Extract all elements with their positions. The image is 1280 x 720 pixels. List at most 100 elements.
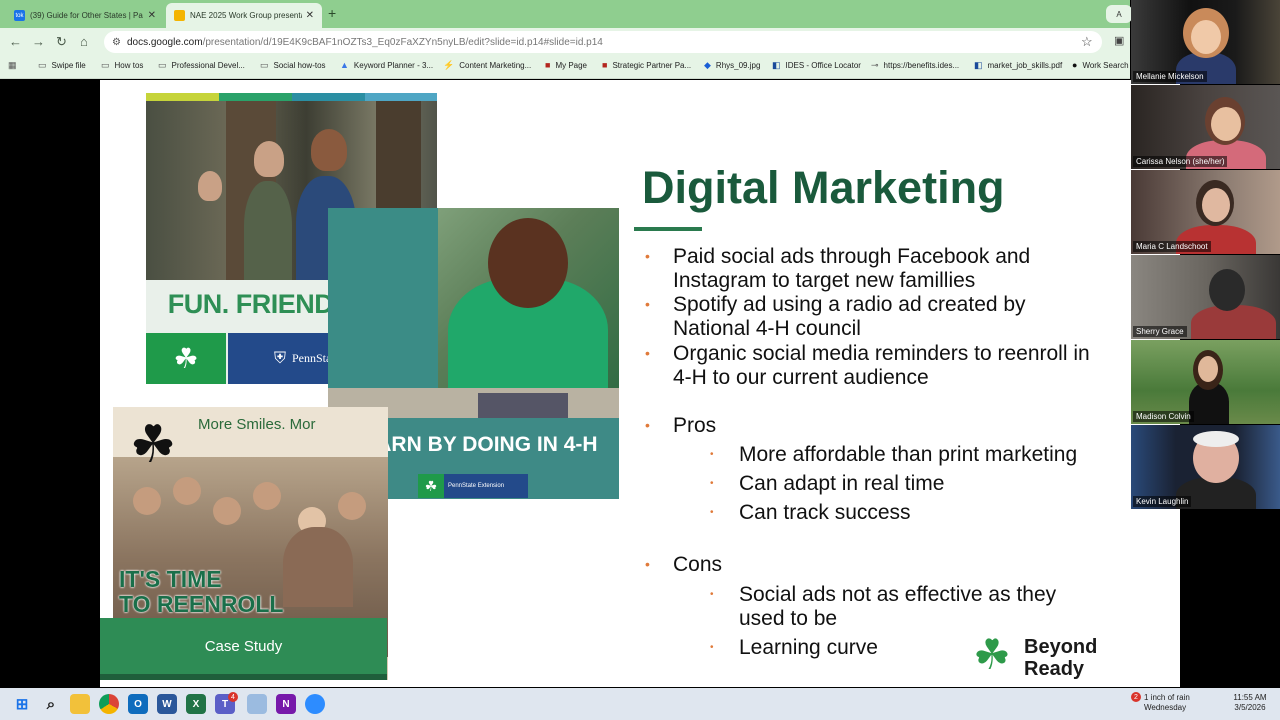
bullet-line: Spotify ad using a radio ad created by [673, 293, 1026, 316]
bookmark-item[interactable]: ▲ Keyword Planner - 3... [340, 60, 433, 70]
bookmark-item[interactable]: ■ Strategic Partner Pa... [602, 60, 691, 70]
slogan-line: TO REENROLL [119, 591, 284, 617]
participant-tile[interactable]: Sherry Grace [1131, 255, 1280, 339]
tab-presentation[interactable]: NAE 2025 Work Group presentati ✕ [166, 3, 322, 28]
participant-name: Maria C Landschoot [1133, 241, 1211, 252]
weather-widget[interactable]: 1 inch of rain Wednesday [1128, 693, 1190, 713]
bookmark-item[interactable]: ▭ How tos [101, 60, 143, 71]
participant-tile[interactable]: Madison Colvin [1131, 340, 1280, 424]
new-tab-button[interactable]: + [328, 5, 336, 21]
slide-bullet: Paid social ads through Facebook and Inst… [673, 245, 1030, 293]
bullet-dot: • [645, 417, 650, 433]
outlook-icon[interactable]: O [128, 694, 148, 714]
ads-icon: ▲ [340, 60, 349, 70]
tab-right-label: A [1116, 9, 1122, 19]
pros-item: More affordable than print marketing [739, 443, 1078, 466]
bookmark-item[interactable]: ▭ Social how-tos [260, 60, 326, 71]
address-bar[interactable]: ⚙ docs.google.com/presentation/d/19E4K9c… [104, 31, 1102, 53]
beyond-ready-logo: Beyond Ready [1024, 636, 1097, 680]
github-icon: ● [1072, 60, 1078, 70]
tab-search-button[interactable]: A [1106, 5, 1132, 23]
bullet-line: 4-H to our current audience [673, 366, 929, 389]
participant-tile[interactable]: Kevin Laughlin [1131, 425, 1280, 509]
link-icon: ⊸ [871, 60, 879, 70]
folder-icon: ▭ [158, 60, 167, 70]
participant-tile[interactable]: Mellanie Mickelson [1131, 0, 1280, 84]
participant-name: Kevin Laughlin [1133, 496, 1192, 507]
apps-icon[interactable]: ▦ [8, 60, 22, 71]
folder-icon: ▭ [260, 60, 269, 70]
bookmark-item[interactable]: ⚡ Content Marketing... [443, 60, 531, 71]
4h-clover-icon: ☘ [129, 416, 177, 474]
bookmark-item[interactable]: ● Work Search [1072, 60, 1129, 70]
bookmark-item[interactable]: ◆ Rhys_09.jpg [704, 60, 760, 71]
shield-icon: ⛨ [273, 349, 286, 367]
bookmark-item[interactable]: ⊸ https://benefits.ides... [871, 60, 959, 71]
pennstate-logo: ☘ PennState Extension [418, 474, 528, 498]
bookmark-star-icon[interactable]: ☆ [1081, 34, 1093, 50]
teams-badge: 4 [228, 692, 238, 702]
url-path: /presentation/d/19E4K9cBAF1nOZTs3_Eq0zFa… [202, 36, 603, 48]
bullet-dot: • [710, 449, 714, 460]
dropbox-icon: ◆ [704, 60, 711, 70]
bookmark-item[interactable]: ■ My Page [545, 60, 587, 70]
bolt-icon: ⚡ [443, 60, 455, 70]
case-study-label: Case Study [100, 618, 387, 674]
bookmark-item[interactable]: ◧ market_job_skills.pdf [974, 60, 1062, 71]
home-icon[interactable]: ⌂ [80, 34, 88, 49]
participant-name: Madison Colvin [1133, 411, 1194, 422]
participant-name: Sherry Grace [1133, 326, 1187, 337]
close-icon[interactable]: ✕ [306, 10, 314, 21]
bookmark-label: How tos [114, 61, 144, 70]
bookmark-item[interactable]: ▭ Professional Devel... [158, 60, 245, 71]
bullet-dot: • [645, 296, 650, 312]
bookmark-label: Keyword Planner - 3... [353, 60, 434, 70]
title-underline [634, 227, 702, 231]
4h-clover-icon: ☘ [146, 333, 226, 384]
poster-tagline: More Smiles. Mor [198, 416, 316, 433]
snipping-tool-icon[interactable] [247, 694, 267, 714]
bookmark-item[interactable]: ◧ IDES - Office Locator [772, 60, 861, 71]
extensions-icon[interactable]: ▣ [1114, 34, 1124, 47]
excel-icon[interactable]: X [186, 694, 206, 714]
page-icon: ■ [545, 60, 551, 70]
cons-heading: Cons [673, 553, 723, 576]
site-info-icon[interactable]: ⚙ [112, 37, 121, 48]
clock-date: 3/5/2026 [1234, 703, 1266, 712]
bookmark-label: Strategic Partner Pa... [612, 60, 692, 70]
bookmark-item[interactable]: ▭ Swipe file [38, 60, 86, 71]
participant-tile[interactable]: Maria C Landschoot [1131, 170, 1280, 254]
tab-title: (39) Guide for Other States | Pa [30, 11, 143, 20]
bookmark-label: My Page [555, 60, 588, 70]
tab-guide[interactable]: tok (39) Guide for Other States | Pa ✕ [6, 3, 164, 28]
cons-line: Social ads not as effective as they [739, 583, 1057, 606]
slide-bullet: Organic social media reminders to reenro… [673, 342, 1090, 390]
weather-text: 1 inch of rain [1144, 693, 1190, 702]
slide-margin [0, 80, 100, 687]
slide-bullet: Spotify ad using a radio ad created by Na… [673, 293, 1026, 341]
4h-clover-icon: ☘ [973, 631, 1011, 678]
bullet-line: Organic social media reminders to reenro… [673, 342, 1090, 365]
page-icon: ■ [602, 60, 608, 70]
pros-item: Can adapt in real time [739, 472, 945, 495]
system-clock[interactable]: 11:55 AM 3/5/2026 [1228, 693, 1272, 713]
reload-icon[interactable]: ↻ [56, 34, 67, 50]
search-icon[interactable]: ⌕ [41, 694, 61, 714]
file-explorer-icon[interactable] [70, 694, 90, 714]
close-icon[interactable]: ✕ [148, 10, 156, 21]
onenote-icon[interactable]: N [276, 694, 296, 714]
chrome-icon[interactable] [99, 694, 119, 714]
participant-name: Carissa Nelson (she/her) [1133, 156, 1228, 167]
bullet-line: Instagram to target new famillies [673, 269, 976, 292]
windows-start-icon[interactable]: ⊞ [12, 694, 32, 714]
bullet-line: Paid social ads through Facebook and [673, 245, 1031, 268]
zoom-icon[interactable] [305, 694, 325, 714]
bullet-dot: • [710, 478, 714, 489]
folder-icon: ▭ [38, 60, 47, 70]
word-icon[interactable]: W [157, 694, 177, 714]
back-icon[interactable]: ← [9, 34, 22, 49]
logo-line: Ready [1024, 658, 1085, 680]
forward-icon[interactable]: → [32, 34, 45, 49]
cons-item: Social ads not as effective as they used … [739, 583, 1056, 631]
participant-tile[interactable]: Carissa Nelson (she/her) [1131, 85, 1280, 169]
